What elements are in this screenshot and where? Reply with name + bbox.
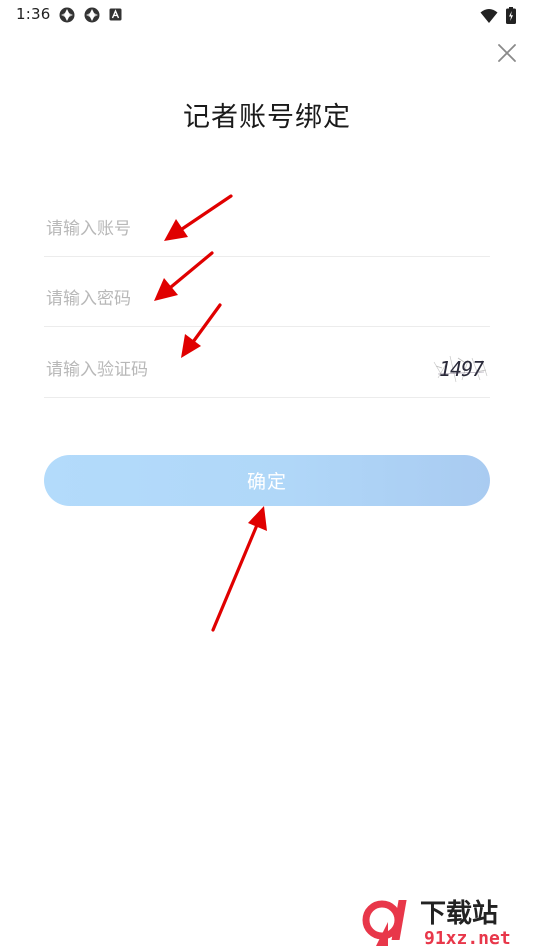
status-right-icons (480, 5, 516, 24)
battery-icon (506, 7, 516, 24)
close-icon[interactable] (496, 42, 518, 64)
watermark-brand: 下载站 (420, 899, 498, 929)
sync-icon (84, 7, 100, 23)
captcha-input[interactable] (44, 350, 406, 390)
captcha-code: 1497 (439, 357, 484, 381)
watermark-mark (362, 900, 407, 946)
status-bar: 1:36 (0, 0, 534, 30)
account-field-row (44, 210, 490, 257)
wifi-icon (480, 8, 498, 23)
password-input[interactable] (44, 280, 406, 318)
captcha-image[interactable]: 1497 (432, 352, 490, 386)
app-notification-icon (109, 8, 122, 21)
status-time: 1:36 (16, 5, 51, 23)
watermark-logo: 下载站 91xz.net (362, 899, 511, 948)
watermark-domain: 91xz.net (424, 928, 511, 948)
annotation-arrow-confirm (211, 506, 267, 632)
captcha-field-row: 1497 (44, 350, 490, 398)
page-title: 记者账号绑定 (183, 102, 351, 133)
password-field-row (44, 280, 490, 327)
account-input[interactable] (44, 210, 406, 248)
sync-icon (59, 7, 75, 23)
confirm-button[interactable]: 确定 (44, 455, 490, 506)
